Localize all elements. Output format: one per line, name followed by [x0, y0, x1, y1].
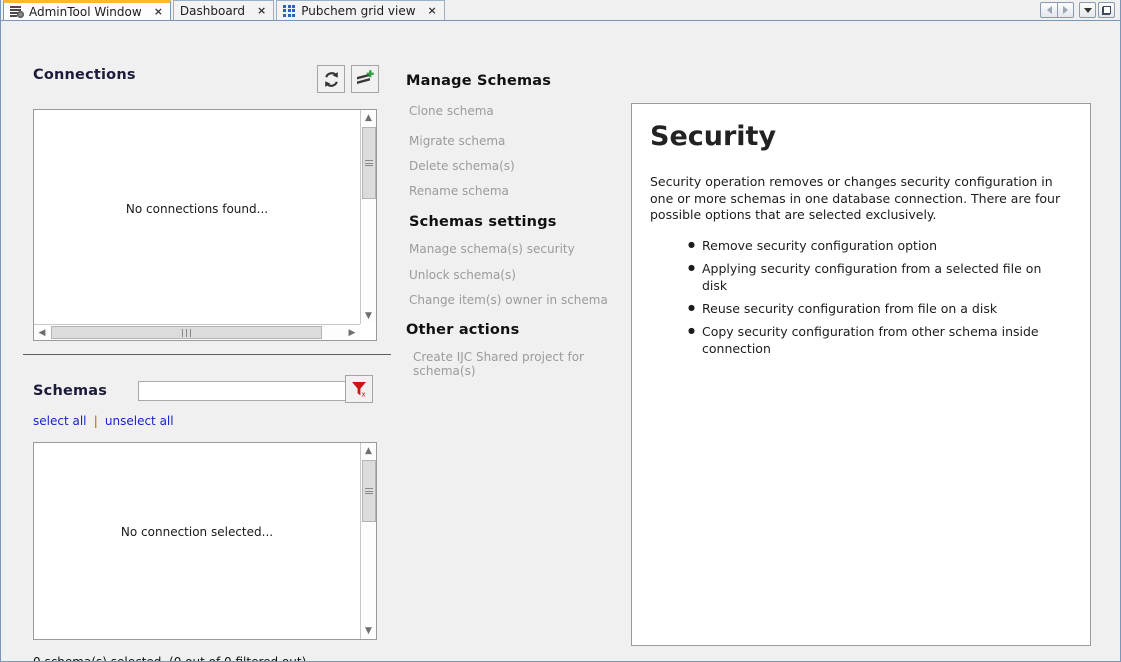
list-item: Reuse security configuration from file o… [690, 301, 1068, 318]
help-title: Security [650, 122, 1068, 152]
connections-empty-message: No connections found... [34, 202, 360, 216]
scroll-thumb-horizontal[interactable] [51, 326, 322, 339]
schemas-list[interactable]: No connection selected... ▲ ▼ [33, 442, 377, 640]
schemas-status-text: 0 schema(s) selected. (0 out of 0 filter… [33, 655, 306, 662]
grip-icon [365, 487, 373, 496]
help-bullet-list: Remove security configuration option App… [650, 238, 1068, 357]
scroll-thumb[interactable] [362, 460, 376, 522]
menu-item-rename-schema[interactable]: Rename schema [409, 184, 509, 198]
unselect-all-link[interactable]: unselect all [105, 414, 174, 428]
scroll-up-icon[interactable]: ▲ [361, 110, 376, 126]
scroll-down-icon[interactable]: ▼ [361, 623, 376, 639]
maximize-restore-button[interactable] [1098, 2, 1115, 18]
help-paragraph: Security operation removes or changes se… [650, 174, 1068, 225]
schemas-filter-input[interactable] [138, 381, 351, 401]
grip-icon [181, 329, 193, 337]
connections-horizontal-scrollbar[interactable]: ◀ ▶ [34, 324, 360, 340]
restore-window-icon [1102, 6, 1111, 15]
menu-heading-other-actions: Other actions [406, 322, 519, 338]
tab-list-dropdown-button[interactable] [1079, 2, 1096, 18]
main-content: Connections [1, 21, 1120, 661]
list-item: Remove security configuration option [690, 238, 1068, 255]
scroll-left-icon[interactable]: ◀ [34, 325, 50, 340]
menu-item-migrate-schema[interactable]: Migrate schema [409, 134, 505, 148]
admin-tool-window: AdminTool Window × Dashboard × Pubchem g… [0, 0, 1121, 662]
list-item: Applying security configuration from a s… [690, 261, 1068, 295]
help-panel: Security Security operation removes or c… [631, 103, 1091, 646]
connections-vertical-scrollbar[interactable]: ▲ ▼ [360, 110, 376, 324]
connections-list[interactable]: No connections found... ▲ ▼ ◀ ▶ [33, 109, 377, 341]
chevron-left-icon [1047, 6, 1052, 14]
tab-label: Pubchem grid view [301, 5, 415, 17]
connections-header: Connections [33, 67, 136, 83]
tab-pubchem-grid-view[interactable]: Pubchem grid view × [276, 0, 445, 20]
schemas-empty-message: No connection selected... [34, 525, 360, 539]
connections-toolbar [317, 65, 379, 93]
clear-filter-button[interactable]: x [345, 375, 373, 403]
connections-title: Connections [33, 67, 136, 83]
grid-icon [283, 4, 296, 17]
menu-heading-schemas-settings: Schemas settings [409, 214, 557, 230]
menu-item-manage-schemas-security[interactable]: Manage schema(s) security [409, 242, 575, 256]
tab-bar: AdminTool Window × Dashboard × Pubchem g… [1, 0, 1120, 21]
chevron-right-icon [1063, 6, 1068, 14]
menu-item-unlock-schemas[interactable]: Unlock schema(s) [409, 268, 516, 282]
svg-text:x: x [362, 391, 366, 399]
window-controls [1040, 2, 1115, 18]
schemas-filter-row: Schemas [33, 381, 377, 401]
scroll-thumb[interactable] [362, 127, 376, 199]
tab-close-icon[interactable]: × [428, 5, 437, 16]
refresh-connections-button[interactable] [317, 65, 345, 93]
menu-heading-manage-schemas: Manage Schemas [406, 73, 551, 89]
menu-item-delete-schemas[interactable]: Delete schema(s) [409, 159, 515, 173]
tab-dashboard[interactable]: Dashboard × [173, 0, 274, 20]
select-links: select all | unselect all [33, 414, 174, 428]
menu-item-create-ijc-shared-project[interactable]: Create IJC Shared project for schema(s) [413, 350, 621, 378]
scroll-right-icon[interactable]: ▶ [344, 325, 360, 340]
link-separator: | [94, 414, 98, 428]
scroll-down-icon[interactable]: ▼ [361, 308, 376, 324]
tab-close-icon[interactable]: × [257, 5, 266, 16]
tab-label: Dashboard [180, 5, 245, 17]
grip-icon [365, 159, 373, 168]
help-content: Security Security operation removes or c… [632, 104, 1090, 358]
tab-label: AdminTool Window [29, 6, 142, 18]
scroll-up-icon[interactable]: ▲ [361, 443, 376, 459]
schemas-vertical-scrollbar[interactable]: ▲ ▼ [360, 443, 376, 639]
section-divider [23, 354, 391, 355]
filter-clear-icon: x [350, 380, 368, 398]
scroll-tabs-left-button[interactable] [1040, 2, 1057, 18]
select-all-link[interactable]: select all [33, 414, 87, 428]
add-connection-button[interactable] [351, 65, 379, 93]
scroll-tabs-right-button[interactable] [1057, 2, 1074, 18]
tab-close-icon[interactable]: × [154, 6, 163, 17]
add-connection-icon [355, 69, 375, 89]
chevron-down-icon [1084, 8, 1092, 13]
left-column: Connections [1, 21, 399, 661]
menu-item-change-item-owner[interactable]: Change item(s) owner in schema [409, 293, 608, 307]
list-item: Copy security configuration from other s… [690, 324, 1068, 358]
admintool-icon [10, 5, 24, 18]
refresh-icon [322, 70, 341, 89]
schemas-title: Schemas [33, 383, 107, 399]
tab-admintool-window[interactable]: AdminTool Window × [3, 0, 171, 20]
menu-item-clone-schema[interactable]: Clone schema [409, 104, 494, 118]
